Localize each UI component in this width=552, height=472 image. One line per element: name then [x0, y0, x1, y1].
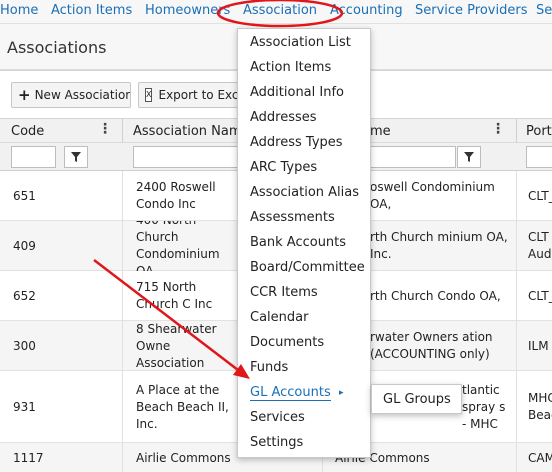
cell-port: MHC Beac [528, 391, 552, 422]
nav-service-providers[interactable]: Service Providers [415, 3, 527, 18]
cell-port: CLT_ [528, 188, 552, 203]
cell-port: CAM [528, 450, 552, 465]
row-divider [122, 171, 123, 221]
cell-name: Airlie Commons [136, 450, 231, 465]
row-divider [516, 171, 517, 221]
name2-filter-button[interactable] [457, 146, 481, 168]
name-filter-input[interactable] [133, 146, 243, 168]
nav-accounting[interactable]: Accounting [330, 3, 403, 18]
menu-item-documents[interactable]: Documents [250, 335, 324, 350]
row-divider [122, 221, 123, 271]
menu-item-association-alias[interactable]: Association Alias [250, 185, 359, 200]
column-menu-icon[interactable]: ⋮ [98, 121, 112, 137]
cell-name: A Place at the Beach Beach II, Inc. [136, 382, 229, 431]
submenu-arrow-icon: ▸ [339, 388, 344, 398]
column-menu-icon[interactable]: ⋮ [491, 121, 505, 137]
cell-name2: rwater Owners ation (ACCOUNTING only) [370, 330, 493, 361]
port-filter-input[interactable] [526, 146, 552, 168]
cell-name2: rth Church minium OA, Inc. [370, 230, 508, 261]
gl-accounts-submenu: GL Groups [371, 384, 462, 414]
row-divider [516, 443, 517, 472]
cell-name2: tlantic spray s - MHC [462, 382, 506, 431]
row-divider [516, 271, 517, 321]
cell-port: ILM [528, 338, 549, 353]
cell-code: 409 [13, 238, 36, 253]
top-navigation: Home Action Items Homeowners Association… [0, 0, 552, 24]
association-dropdown-menu: Association List Action Items Additional… [237, 28, 371, 458]
menu-item-settings[interactable]: Settings [250, 435, 303, 450]
cell-name2: oswell Condominium OA, [370, 180, 495, 211]
column-header-port[interactable]: Port [526, 124, 552, 139]
submenu-item-gl-groups[interactable]: GL Groups [383, 392, 451, 407]
plus-icon: + [18, 86, 31, 104]
cell-port: CLT_ [528, 288, 552, 303]
cell-code: 652 [13, 288, 36, 303]
code-filter-input[interactable] [11, 146, 56, 168]
cell-code: 931 [13, 399, 36, 414]
column-header-code[interactable]: Code [11, 124, 44, 139]
menu-item-services[interactable]: Services [250, 410, 305, 425]
row-divider [516, 321, 517, 371]
code-filter-button[interactable] [64, 146, 88, 168]
new-association-label: New Association [34, 88, 131, 102]
menu-item-bank-accounts[interactable]: Bank Accounts [250, 235, 346, 250]
export-excel-button[interactable]: X Export to Exce [138, 82, 242, 108]
menu-item-calendar[interactable]: Calendar [250, 310, 308, 325]
cell-code: 651 [13, 188, 36, 203]
new-association-button[interactable]: + New Association [11, 82, 131, 108]
nav-home[interactable]: Home [0, 3, 38, 18]
cell-code: 1117 [13, 450, 44, 465]
nav-action-items[interactable]: Action Items [51, 3, 132, 18]
menu-item-board-committee[interactable]: Board/Committee [250, 260, 365, 275]
menu-item-assessments[interactable]: Assessments [250, 210, 335, 225]
cell-code: 300 [13, 338, 36, 353]
cell-name2: rth Church Condo OA, [370, 288, 501, 303]
cell-name: 2400 Roswell Condo Inc [136, 180, 216, 211]
export-label: Export to Exce [158, 88, 242, 102]
nav-association[interactable]: Association [243, 3, 317, 18]
menu-item-association-list[interactable]: Association List [250, 35, 351, 50]
nav-more[interactable]: Se [536, 3, 552, 18]
cell-port: CLT Audi [528, 230, 552, 261]
menu-item-address-types[interactable]: Address Types [250, 135, 343, 150]
column-header-name2[interactable]: me [370, 124, 391, 139]
cell-name: 715 North Church C Inc [136, 280, 213, 311]
menu-item-ccr-items[interactable]: CCR Items [250, 285, 318, 300]
row-divider [122, 321, 123, 371]
page-title: Associations [7, 38, 107, 57]
menu-item-additional-info[interactable]: Additional Info [250, 85, 344, 100]
excel-icon: X [145, 88, 153, 102]
cell-name: 8 Shearwater Owne Association [136, 321, 217, 370]
row-divider [516, 371, 517, 443]
menu-item-action-items[interactable]: Action Items [250, 60, 331, 75]
filter-icon [71, 152, 81, 162]
row-divider [516, 221, 517, 271]
menu-item-funds[interactable]: Funds [250, 360, 288, 375]
menu-item-gl-accounts[interactable]: GL Accounts [250, 385, 331, 401]
menu-item-addresses[interactable]: Addresses [250, 110, 317, 125]
row-divider [122, 271, 123, 321]
column-header-name[interactable]: Association Name [133, 124, 250, 139]
name2-filter-input[interactable] [370, 146, 456, 168]
row-divider [122, 371, 123, 443]
row-divider [122, 443, 123, 472]
filter-icon [464, 152, 474, 162]
nav-homeowners[interactable]: Homeowners [145, 3, 230, 18]
cell-name: 400 North Church Condominium OA, [136, 221, 220, 271]
menu-item-arc-types[interactable]: ARC Types [250, 160, 317, 175]
